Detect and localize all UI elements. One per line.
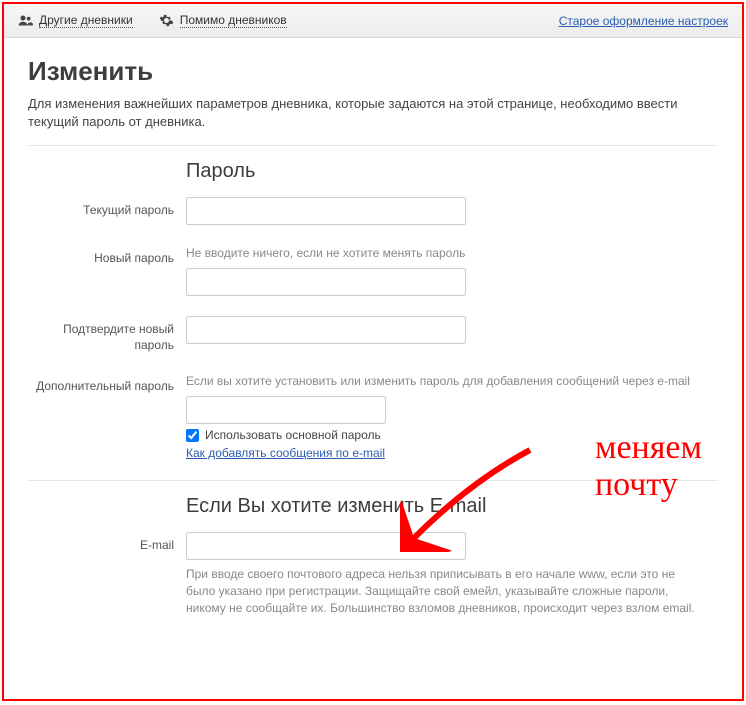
section-divider bbox=[28, 480, 718, 481]
new-password-label: Новый пароль bbox=[28, 245, 186, 267]
email-posting-help-link[interactable]: Как добавлять сообщения по e-mail bbox=[186, 446, 385, 460]
gear-icon bbox=[159, 13, 174, 28]
extra-password-hint: Если вы хотите установить или изменить п… bbox=[186, 373, 696, 390]
password-section-title: Пароль bbox=[186, 160, 718, 183]
nav-other-diaries-label: Другие дневники bbox=[39, 13, 133, 28]
people-icon bbox=[18, 13, 33, 28]
current-password-input[interactable] bbox=[186, 197, 466, 225]
new-password-hint: Не вводите ничего, если не хотите менять… bbox=[186, 245, 696, 262]
page-title: Изменить bbox=[28, 56, 718, 87]
new-password-input[interactable] bbox=[186, 268, 466, 296]
page-description: Для изменения важнейших параметров дневн… bbox=[28, 95, 718, 146]
confirm-password-input[interactable] bbox=[186, 316, 466, 344]
nav-other-diaries[interactable]: Другие дневники bbox=[18, 13, 133, 28]
confirm-password-label: Подтвердите новый пароль bbox=[28, 316, 186, 353]
topbar: Другие дневники Помимо дневников Старое … bbox=[4, 4, 742, 38]
nav-besides-diaries-label: Помимо дневников bbox=[180, 13, 287, 28]
old-settings-link[interactable]: Старое оформление настроек bbox=[559, 14, 728, 28]
email-label: E-mail bbox=[28, 532, 186, 554]
email-hint: При вводе своего почтового адреса нельзя… bbox=[186, 566, 696, 616]
current-password-label: Текущий пароль bbox=[28, 197, 186, 219]
use-main-password-checkbox[interactable] bbox=[186, 429, 199, 442]
nav-besides-diaries[interactable]: Помимо дневников bbox=[159, 13, 287, 28]
email-input[interactable] bbox=[186, 532, 466, 560]
use-main-password-label: Использовать основной пароль bbox=[205, 428, 381, 442]
extra-password-label: Дополнительный пароль bbox=[28, 373, 186, 395]
email-section-title: Если Вы хотите изменить E-mail bbox=[186, 495, 718, 518]
extra-password-input[interactable] bbox=[186, 396, 386, 424]
